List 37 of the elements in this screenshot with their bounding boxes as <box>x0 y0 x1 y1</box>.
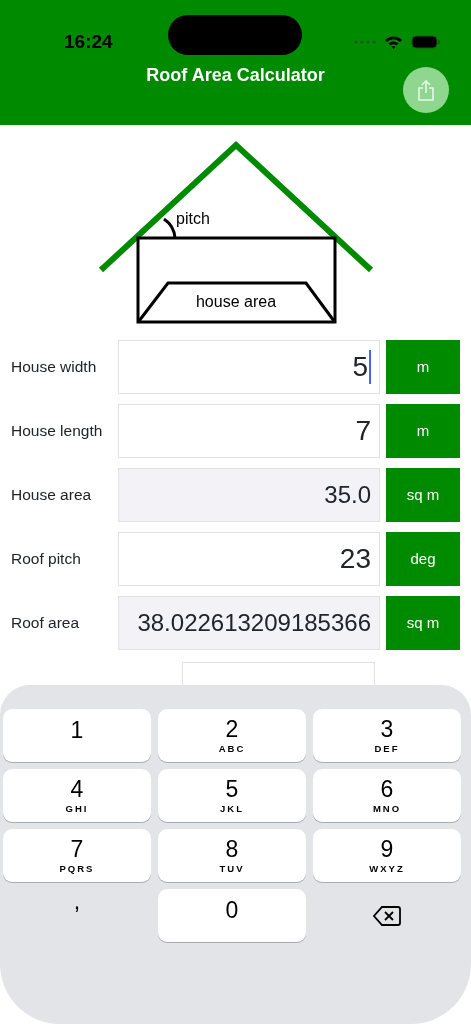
backspace-icon <box>373 904 401 927</box>
keypad-key[interactable]: 6 MNO <box>313 769 461 822</box>
keypad-key[interactable]: 5 JKL <box>158 769 306 822</box>
field-label: Roof area <box>11 613 81 634</box>
pitch-label: pitch <box>175 210 210 227</box>
input-field[interactable]: 7 <box>118 404 380 458</box>
share-icon <box>417 79 435 101</box>
battery-icon <box>411 35 441 49</box>
share-button[interactable] <box>403 67 449 113</box>
keypad-key[interactable]: 9 WXYZ <box>313 829 461 882</box>
field-label: House width <box>11 357 98 378</box>
unit-button[interactable]: sq m <box>386 596 460 650</box>
input-field[interactable]: 5 <box>118 340 380 394</box>
comma-key[interactable]: , <box>3 889 151 942</box>
unit-button[interactable]: m <box>386 340 460 394</box>
wifi-icon <box>384 35 403 49</box>
keypad-key[interactable]: 4 GHI <box>3 769 151 822</box>
keypad-key[interactable]: 8 TUV <box>158 829 306 882</box>
keypad-key[interactable]: 0 <box>158 889 306 942</box>
field-label: House length <box>11 421 104 442</box>
field-label: Roof pitch <box>11 549 82 570</box>
unit-button[interactable]: deg <box>386 532 460 586</box>
result-field: 38.022613209185366 <box>118 596 380 650</box>
keypad-key[interactable]: 3 DEF <box>313 709 461 762</box>
keypad-key[interactable]: 1 <box>3 709 151 762</box>
keypad-key[interactable]: 7 PQRS <box>3 829 151 882</box>
angle-arc <box>162 217 176 239</box>
signal-icon <box>354 40 376 44</box>
input-field[interactable]: 23 <box>118 532 380 586</box>
nav-title: Roof Area Calculator <box>146 65 325 85</box>
area-label: house area <box>195 293 276 310</box>
status-time: 16:24 <box>64 29 113 54</box>
unit-button[interactable]: m <box>386 404 460 458</box>
result-field: 35.0 <box>118 468 380 522</box>
field-label: House area <box>11 485 93 506</box>
keypad-key[interactable]: 2 ABC <box>158 709 306 762</box>
unit-button[interactable]: sq m <box>386 468 460 522</box>
